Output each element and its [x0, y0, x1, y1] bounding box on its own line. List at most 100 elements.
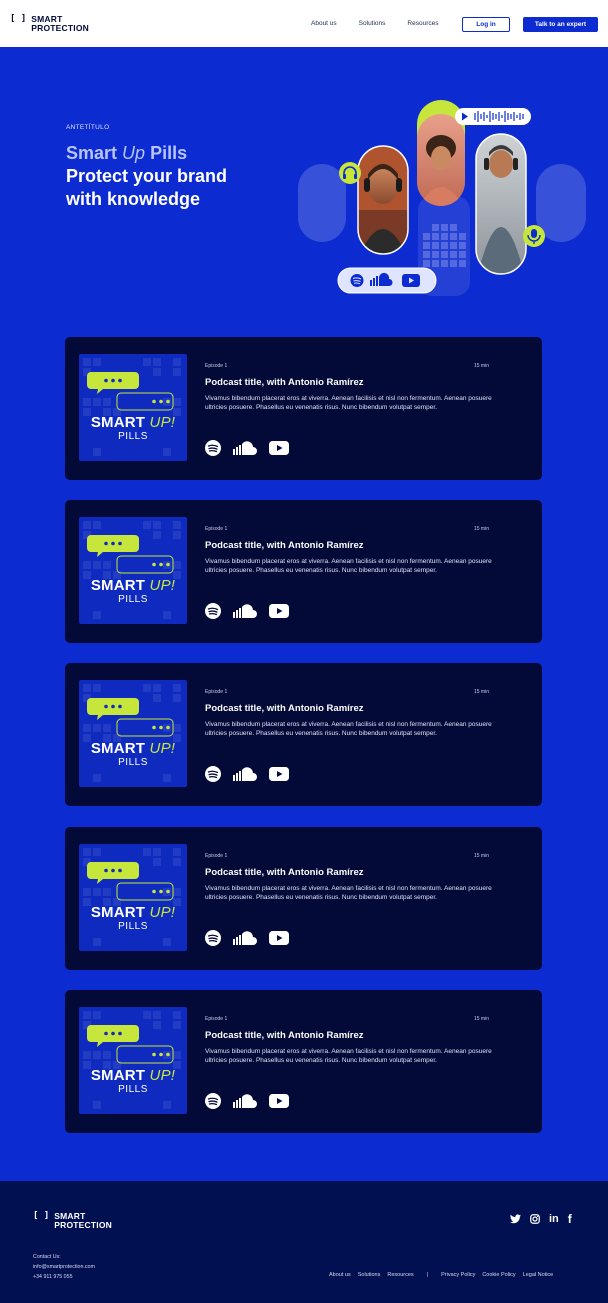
platform-links — [205, 1093, 289, 1109]
episode-card[interactable]: SMART UP! PILLS Episode 1 15 min Podcast… — [65, 500, 542, 643]
youtube-icon[interactable] — [269, 441, 289, 455]
footer-logo-text: SMART PROTECTION — [54, 1212, 112, 1230]
nav-about-us[interactable]: About us — [311, 20, 337, 27]
footer-logo-mark: [ ] — [33, 1211, 50, 1221]
episode-number: Episode 1 — [205, 1016, 228, 1022]
contact-email[interactable]: info@smartprotection.com — [33, 1262, 95, 1272]
episode-number: Episode 1 — [205, 526, 228, 532]
contact-phone[interactable]: +34 911 975 055 — [33, 1272, 95, 1282]
soundcloud-icon[interactable] — [233, 604, 257, 618]
footer-logo[interactable]: [ ] SMART PROTECTION — [33, 1212, 112, 1230]
cover-pills-text: PILLS — [118, 431, 148, 442]
youtube-icon[interactable] — [269, 767, 289, 781]
headphones-icon — [339, 162, 361, 184]
spotify-icon[interactable] — [205, 766, 221, 782]
social-links: in f — [510, 1212, 572, 1226]
spotify-icon[interactable] — [205, 1093, 221, 1109]
cover-art-graphic — [83, 521, 181, 619]
cover-pills-text: PILLS — [118, 757, 148, 768]
footer-links: About us Solutions Resources | Privacy P… — [329, 1272, 553, 1278]
talk-to-expert-button[interactable]: Talk to an expert — [523, 17, 598, 32]
episode-title[interactable]: Podcast title, with Antonio Ramírez — [205, 1030, 364, 1041]
logo[interactable]: [ ] SMART PROTECTION — [10, 13, 89, 33]
site-footer: [ ] SMART PROTECTION in f Contact Us: in… — [0, 1181, 608, 1303]
hero-eyebrow: ANTETÍTULO — [66, 124, 110, 131]
episode-card[interactable]: SMART UP! PILLS Episode 1 15 min Podcast… — [65, 663, 542, 806]
footer-link-solutions[interactable]: Solutions — [358, 1272, 381, 1278]
footer-link-privacy-policy[interactable]: Privacy Policy — [441, 1272, 475, 1278]
podcast-cover: SMART UP! PILLS — [79, 844, 187, 951]
cover-pills-text: PILLS — [118, 921, 148, 932]
podcast-cover: SMART UP! PILLS — [79, 680, 187, 787]
nav-resources[interactable]: Resources — [407, 20, 438, 27]
episode-duration: 15 min — [473, 853, 489, 859]
footer-separator: | — [426, 1272, 429, 1278]
youtube-icon[interactable] — [269, 1094, 289, 1108]
spotify-icon[interactable] — [205, 603, 221, 619]
podcast-cover: SMART UP! PILLS — [79, 354, 187, 461]
cover-smart-text: SMART UP! — [90, 414, 176, 431]
episode-card[interactable]: SMART UP! PILLS Episode 1 15 min Podcast… — [65, 990, 542, 1133]
episode-description: Vivamus bibendum placerat eros at viverr… — [205, 558, 492, 574]
cover-smart-text: SMART UP! — [90, 904, 176, 921]
hero-title-smart: Smart — [66, 143, 118, 163]
cover-smart-text: SMART UP! — [90, 1067, 176, 1084]
footer-link-cookie-policy[interactable]: Cookie Policy — [482, 1272, 515, 1278]
hero-title-up: Up — [122, 143, 146, 163]
soundcloud-icon[interactable] — [233, 441, 257, 455]
instagram-icon[interactable] — [530, 1214, 540, 1224]
cover-pills-text: PILLS — [118, 1084, 148, 1095]
episode-number: Episode 1 — [205, 853, 228, 859]
spotify-icon[interactable] — [205, 440, 221, 456]
cover-smart-text: SMART UP! — [90, 740, 176, 757]
logo-line-2: PROTECTION — [31, 22, 89, 33]
footer-link-about-us[interactable]: About us — [329, 1272, 351, 1278]
contact-info: Contact Us: info@smartprotection.com +34… — [33, 1252, 95, 1282]
hero-title: Smart Up Pills Protect your brand with k… — [66, 142, 227, 211]
hero-title-line-3: with knowledge — [66, 189, 201, 209]
platform-links — [205, 766, 289, 782]
episode-title[interactable]: Podcast title, with Antonio Ramírez — [205, 867, 364, 878]
episode-card[interactable]: SMART UP! PILLS Episode 1 15 min Podcast… — [65, 827, 542, 970]
decor-pill-left — [298, 164, 346, 242]
episode-description: Vivamus bibendum placerat eros at viverr… — [205, 885, 492, 901]
footer-link-resources[interactable]: Resources — [387, 1272, 413, 1278]
episode-duration: 15 min — [473, 1016, 489, 1022]
youtube-icon[interactable] — [269, 931, 289, 945]
platforms-chip — [337, 267, 437, 294]
host-photo-woman-1 — [358, 146, 408, 254]
platform-links — [205, 440, 289, 456]
cover-smart-text: SMART UP! — [90, 577, 176, 594]
podcast-cover: SMART UP! PILLS — [79, 1007, 187, 1114]
episode-card[interactable]: SMART UP! PILLS Episode 1 15 min Podcast… — [65, 337, 542, 480]
facebook-icon[interactable]: f — [568, 1212, 572, 1226]
episode-title[interactable]: Podcast title, with Antonio Ramírez — [205, 703, 364, 714]
platform-links — [205, 603, 289, 619]
footer-link-legal-notice[interactable]: Legal Notice — [523, 1272, 554, 1278]
nav-solutions[interactable]: Solutions — [359, 20, 386, 27]
episode-description: Vivamus bibendum placerat eros at viverr… — [205, 395, 492, 411]
cover-art-graphic — [83, 358, 181, 456]
soundcloud-icon[interactable] — [233, 1094, 257, 1108]
cover-art-graphic — [83, 848, 181, 946]
soundcloud-icon[interactable] — [233, 931, 257, 945]
podcast-cover: SMART UP! PILLS — [79, 517, 187, 624]
logo-mark: [ ] — [10, 13, 27, 24]
twitter-icon[interactable] — [510, 1214, 521, 1224]
audio-waveform-chip — [455, 108, 531, 125]
episode-duration: 15 min — [473, 363, 489, 369]
episode-description: Vivamus bibendum placerat eros at viverr… — [205, 721, 492, 737]
spotify-icon[interactable] — [205, 930, 221, 946]
microphone-icon — [523, 225, 545, 247]
youtube-icon[interactable] — [269, 604, 289, 618]
platform-links — [205, 930, 289, 946]
episode-title[interactable]: Podcast title, with Antonio Ramírez — [205, 377, 364, 388]
soundcloud-icon[interactable] — [233, 767, 257, 781]
login-button[interactable]: Log in — [462, 17, 510, 32]
linkedin-icon[interactable]: in — [549, 1213, 559, 1225]
decor-pill-right — [536, 164, 586, 242]
episode-title[interactable]: Podcast title, with Antonio Ramírez — [205, 540, 364, 551]
main-nav: About us Solutions Resources — [311, 0, 439, 47]
contact-label: Contact Us: — [33, 1254, 61, 1260]
episode-duration: 15 min — [473, 689, 489, 695]
